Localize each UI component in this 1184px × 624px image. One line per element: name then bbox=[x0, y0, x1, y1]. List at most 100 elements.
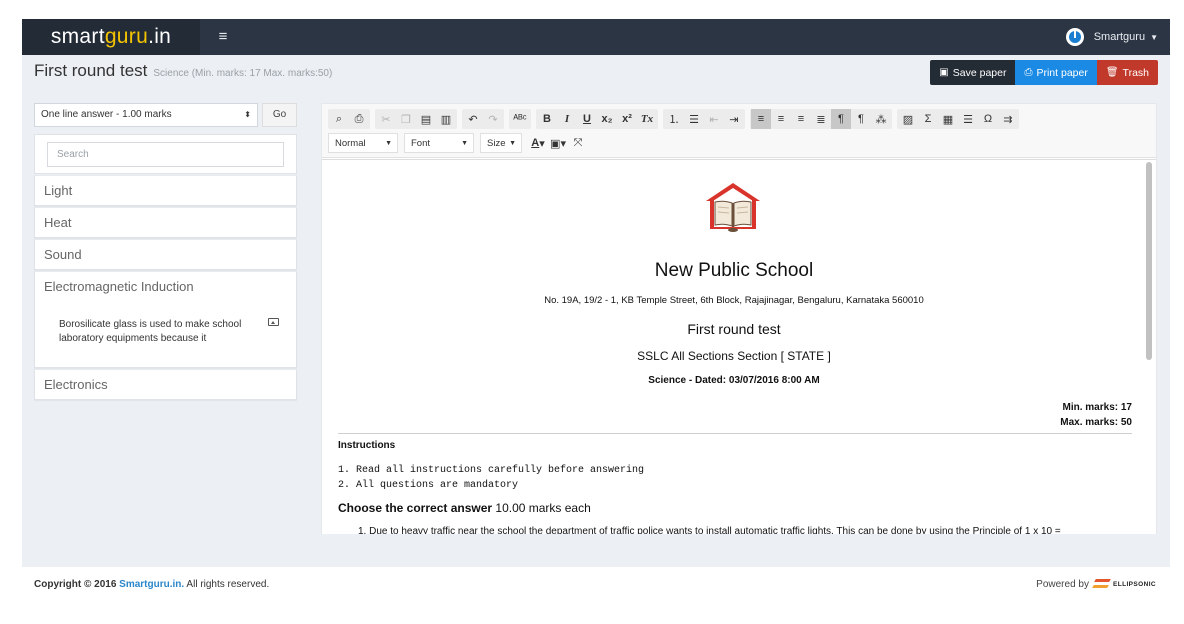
underline-icon[interactable]: U bbox=[577, 109, 597, 129]
editor-toolbar: ⌕ ⎙ ✂ ❐ ▤ ▥ ↶ ↷ ᴬᴮᶜ B I U x₂ x² Tx ⒈ ☰ ⇤… bbox=[322, 104, 1156, 158]
language-icon[interactable]: ⁂ bbox=[871, 109, 891, 129]
question-type-row: One line answer - 1.00 marks ⬍ Go bbox=[34, 103, 297, 127]
school-address: No. 19A, 19/2 - 1, KB Temple Street, 6th… bbox=[544, 295, 924, 306]
rtl-icon[interactable]: ¶ bbox=[851, 109, 871, 129]
trash-label: Trash bbox=[1122, 66, 1149, 79]
align-center-icon[interactable]: ≡ bbox=[771, 109, 791, 129]
user-menu[interactable]: Smartguru ▼ bbox=[1065, 19, 1158, 55]
image-icon[interactable] bbox=[268, 318, 279, 326]
footer: Copyright © 2016 Smartguru.in. All right… bbox=[22, 567, 1170, 603]
category-label: Electromagnetic Induction bbox=[44, 279, 194, 294]
question-text: Borosilicate glass is used to make schoo… bbox=[59, 319, 242, 344]
bold-icon[interactable]: B bbox=[537, 109, 557, 129]
remove-format-icon[interactable]: Tx bbox=[637, 109, 657, 129]
min-marks: Min. marks: 17 bbox=[1062, 402, 1132, 413]
special-char-icon[interactable]: Ω bbox=[978, 109, 998, 129]
page-break-icon[interactable]: ⇉ bbox=[998, 109, 1018, 129]
bulleted-list-icon[interactable]: ☰ bbox=[684, 109, 704, 129]
toolbar-group-clipboard: ✂ ❐ ▤ ▥ bbox=[375, 109, 457, 129]
subscript-icon[interactable]: x₂ bbox=[597, 109, 617, 129]
italic-icon[interactable]: I bbox=[557, 109, 577, 129]
ltr-icon[interactable]: ¶ bbox=[831, 109, 851, 129]
question-item[interactable]: Borosilicate glass is used to make schoo… bbox=[59, 318, 279, 346]
superscript-icon[interactable]: x² bbox=[617, 109, 637, 129]
hamburger-icon[interactable]: ≡ bbox=[210, 19, 236, 55]
align-right-icon[interactable]: ≡ bbox=[791, 109, 811, 129]
question-1: 1. Due to heavy traffic near the school … bbox=[358, 526, 1061, 534]
image-insert-icon[interactable]: ▨ bbox=[898, 109, 918, 129]
preview-icon[interactable]: ⌕ bbox=[329, 109, 349, 129]
align-justify-icon[interactable]: ≣ bbox=[811, 109, 831, 129]
document-area[interactable]: New Public School No. 19A, 19/2 - 1, KB … bbox=[322, 159, 1156, 534]
category-light[interactable]: Light bbox=[34, 175, 297, 206]
maximize-icon[interactable]: ⤧ bbox=[568, 133, 588, 153]
format-dropdown[interactable]: Normal ▼ bbox=[328, 133, 398, 153]
font-dropdown-value: Font bbox=[411, 137, 431, 149]
paste-icon[interactable]: ▤ bbox=[416, 109, 436, 129]
undo-icon[interactable]: ↶ bbox=[463, 109, 483, 129]
indent-icon[interactable]: ⇥ bbox=[724, 109, 744, 129]
background-color-icon[interactable]: ▣ ▾ bbox=[548, 133, 568, 153]
align-left-icon[interactable]: ≡ bbox=[751, 109, 771, 129]
brand-text-guru: guru bbox=[104, 25, 149, 48]
sigma-icon[interactable]: Σ bbox=[918, 109, 938, 129]
trash-button[interactable]: 🗑 Trash bbox=[1096, 60, 1158, 85]
page-header: First round test Science (Min. marks: 17… bbox=[34, 61, 332, 85]
toolbar-group-lists: ⒈ ☰ ⇤ ⇥ bbox=[663, 109, 745, 129]
max-marks: Max. marks: 50 bbox=[1060, 417, 1132, 428]
category-sound[interactable]: Sound bbox=[34, 239, 297, 270]
printer-icon: ⎙ bbox=[1024, 67, 1033, 78]
go-button[interactable]: Go bbox=[262, 103, 297, 127]
text-color-icon[interactable]: A ▾ bbox=[528, 133, 548, 153]
outdent-icon[interactable]: ⇤ bbox=[704, 109, 724, 129]
toolbar-group-insert: ▨ Σ ▦ ☰ Ω ⇉ bbox=[897, 109, 1019, 129]
ellipsonic-logo[interactable]: ELLIPSONIC bbox=[1093, 577, 1156, 591]
search-input[interactable]: Search bbox=[47, 142, 284, 167]
scrollbar[interactable] bbox=[1146, 162, 1152, 360]
section-heading-marks: 10.00 marks each bbox=[492, 501, 591, 515]
brand-text-domain: .in bbox=[148, 25, 172, 48]
caret-down-icon: ▼ bbox=[1150, 32, 1158, 42]
print-paper-label: Print paper bbox=[1036, 66, 1088, 79]
category-electronics[interactable]: Electronics bbox=[34, 369, 297, 400]
redo-icon[interactable]: ↷ bbox=[483, 109, 503, 129]
question-bank-panel: One line answer - 1.00 marks ⬍ Go Search… bbox=[34, 103, 297, 400]
size-dropdown-value: Size bbox=[487, 137, 506, 149]
toolbar-row-1: ⌕ ⎙ ✂ ❐ ▤ ▥ ↶ ↷ ᴬᴮᶜ B I U x₂ x² Tx ⒈ ☰ ⇤… bbox=[328, 109, 1024, 129]
copy-icon[interactable]: ❐ bbox=[396, 109, 416, 129]
numbered-list-icon[interactable]: ⒈ bbox=[664, 109, 684, 129]
print-paper-button[interactable]: ⎙ Print paper bbox=[1015, 60, 1097, 85]
marks-block: Min. marks: 17 Max. marks: 50 bbox=[1060, 400, 1132, 430]
floppy-icon: ▣ bbox=[939, 67, 949, 78]
paste-text-icon[interactable]: ▥ bbox=[436, 109, 456, 129]
copyright: Copyright © 2016 Smartguru.in. All right… bbox=[34, 579, 269, 590]
school-name: New Public School bbox=[654, 260, 814, 281]
category-electromagnetic-induction[interactable]: Electromagnetic Induction Borosilicate g… bbox=[34, 271, 297, 368]
save-paper-button[interactable]: ▣ Save paper bbox=[930, 60, 1016, 85]
paper-editor: ⌕ ⎙ ✂ ❐ ▤ ▥ ↶ ↷ ᴬᴮᶜ B I U x₂ x² Tx ⒈ ☰ ⇤… bbox=[321, 103, 1157, 534]
ellipsonic-name: ELLIPSONIC bbox=[1112, 580, 1156, 588]
horizontal-line-icon[interactable]: ☰ bbox=[958, 109, 978, 129]
chevron-down-icon: ▼ bbox=[509, 139, 516, 147]
question-type-value: One line answer - 1.00 marks bbox=[41, 109, 172, 120]
trash-icon: 🗑 bbox=[1105, 67, 1119, 78]
toolbar-group-document: ⌕ ⎙ bbox=[328, 109, 370, 129]
spellcheck-icon[interactable]: ᴬᴮᶜ bbox=[510, 109, 530, 129]
select-arrows-icon: ⬍ bbox=[244, 110, 251, 119]
instructions-list: 1. Read all instructions carefully befor… bbox=[338, 463, 644, 493]
cut-icon[interactable]: ✂ bbox=[376, 109, 396, 129]
size-dropdown[interactable]: Size ▼ bbox=[480, 133, 522, 153]
category-heat[interactable]: Heat bbox=[34, 207, 297, 238]
action-buttons: ▣ Save paper ⎙ Print paper 🗑 Trash bbox=[930, 60, 1158, 85]
chevron-down-icon: ▼ bbox=[385, 139, 392, 147]
toolbar-group-spell: ᴬᴮᶜ bbox=[509, 109, 531, 129]
table-icon[interactable]: ▦ bbox=[938, 109, 958, 129]
print-icon[interactable]: ⎙ bbox=[349, 109, 369, 129]
instruction-item: 2. All questions are mandatory bbox=[338, 480, 519, 491]
subject-date: Science - Dated: 03/07/2016 8:00 AM bbox=[648, 375, 820, 386]
toolbar-group-align: ≡ ≡ ≡ ≣ ¶ ¶ ⁂ bbox=[750, 109, 892, 129]
question-type-select[interactable]: One line answer - 1.00 marks ⬍ bbox=[34, 103, 258, 127]
brand-logo[interactable]: smartguru.in bbox=[22, 19, 200, 55]
font-dropdown[interactable]: Font ▼ bbox=[404, 133, 474, 153]
site-link[interactable]: Smartguru.in. bbox=[119, 579, 184, 590]
